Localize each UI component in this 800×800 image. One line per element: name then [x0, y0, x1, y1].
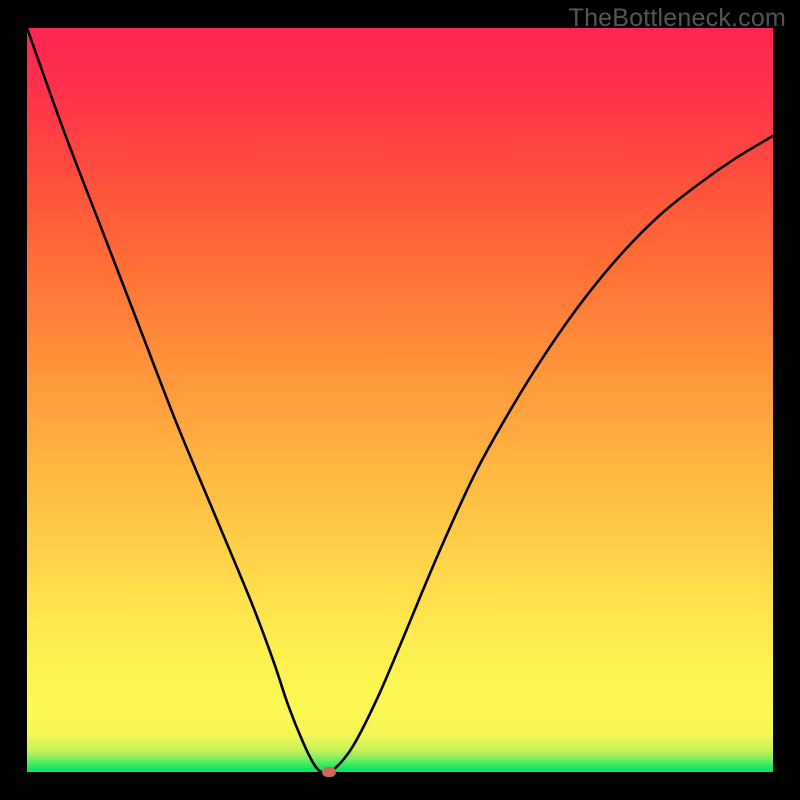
chart-frame: TheBottleneck.com [0, 0, 800, 800]
onset-marker [322, 767, 336, 777]
plot-area [27, 28, 773, 772]
bottleneck-curve [27, 28, 773, 772]
